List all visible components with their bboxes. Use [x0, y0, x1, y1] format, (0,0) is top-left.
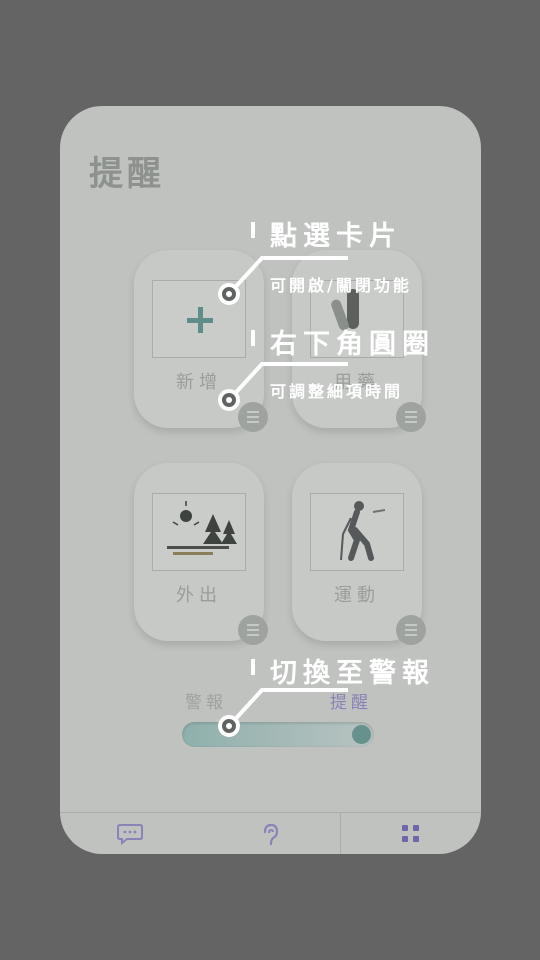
- card-medication-image: [310, 280, 404, 358]
- hearing-ear-icon: [263, 823, 279, 846]
- outdoor-trees-icon: [167, 501, 237, 555]
- tab-chat[interactable]: [60, 813, 200, 854]
- card-exercise-menu-button[interactable]: [396, 615, 426, 645]
- tab-hearing[interactable]: [200, 813, 340, 854]
- pill-icon: [331, 289, 359, 331]
- card-medication[interactable]: 用藥: [292, 250, 426, 432]
- card-exercise-image: [310, 493, 404, 571]
- phone-screen: 提醒 新增 用藥 外出 運動 警報 提醒: [60, 106, 481, 854]
- toggle-knob[interactable]: [352, 725, 371, 744]
- tab-apps[interactable]: [340, 813, 481, 854]
- mode-reminder-label: 提醒: [330, 693, 372, 713]
- grid-apps-icon: [402, 825, 419, 842]
- card-outdoor-image: [152, 493, 246, 571]
- card-exercise-label: 運動: [334, 585, 380, 606]
- card-add-image: [152, 280, 246, 358]
- card-add[interactable]: 新增: [134, 250, 268, 432]
- mode-alarm-label: 警報: [185, 693, 227, 713]
- card-medication-label: 用藥: [334, 372, 380, 393]
- mode-toggle[interactable]: [182, 722, 374, 747]
- card-medication-menu-button[interactable]: [396, 402, 426, 432]
- card-outdoor-menu-button[interactable]: [238, 615, 268, 645]
- bottom-tab-bar: [60, 812, 481, 854]
- page-title: 提醒: [89, 154, 165, 194]
- hiking-person-icon: [340, 501, 386, 561]
- card-outdoor[interactable]: 外出: [134, 463, 268, 645]
- card-add-menu-button[interactable]: [238, 402, 268, 432]
- card-add-label: 新增: [176, 372, 222, 393]
- chat-bubble-icon: [117, 824, 143, 845]
- card-outdoor-label: 外出: [176, 585, 222, 606]
- card-exercise[interactable]: 運動: [292, 463, 426, 645]
